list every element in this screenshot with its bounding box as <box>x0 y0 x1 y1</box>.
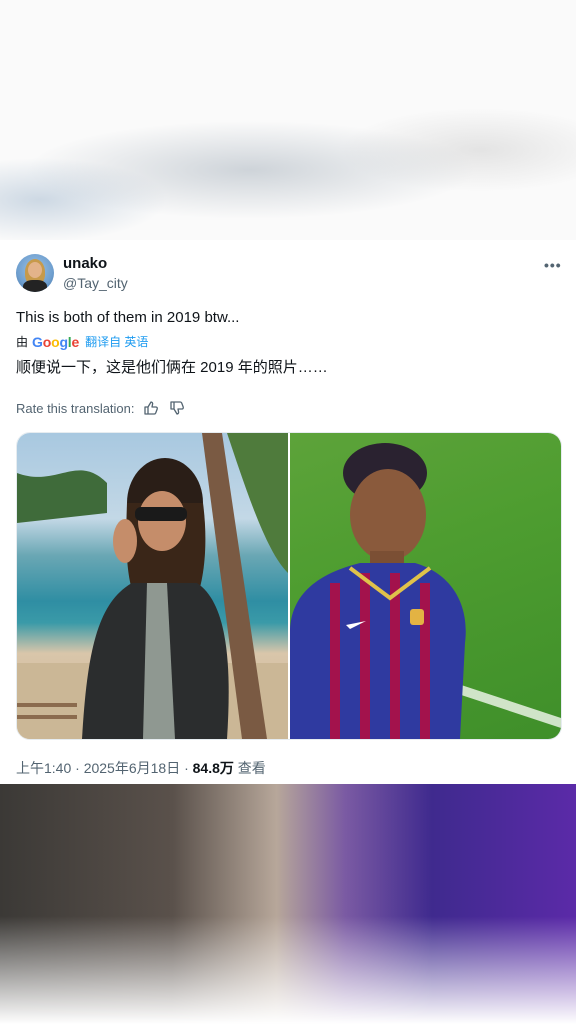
blurred-background-top <box>0 0 576 240</box>
avatar[interactable] <box>16 254 54 292</box>
photo-woman-illustration <box>17 433 288 739</box>
photo-woman-beach[interactable] <box>17 433 288 739</box>
tweet-meta: 上午1:40 · 2025年6月18日 · 84.8万 查看 <box>16 758 266 778</box>
photo-boy-football[interactable] <box>290 433 561 739</box>
tweet-text: This is both of them in 2019 btw... <box>16 309 240 326</box>
translated-from-link[interactable]: 翻译自 英语 <box>85 333 148 350</box>
rate-translation-label: Rate this translation: <box>16 400 135 416</box>
author-handle[interactable]: @Tay_city <box>63 275 128 291</box>
photo-boy-illustration <box>290 443 561 739</box>
avatar-face <box>28 262 42 278</box>
more-icon[interactable]: ••• <box>544 257 562 273</box>
translation-attribution: 由 Google 翻译自 英语 <box>16 333 148 350</box>
google-logo: Google <box>32 333 80 350</box>
blurred-background-bottom <box>0 784 576 1024</box>
thumbs-up-icon[interactable] <box>143 400 159 416</box>
views-label: 查看 <box>233 760 266 776</box>
author-name[interactable]: unako <box>63 255 107 272</box>
translated-text: 顺便说一下，这是他们俩在 2019 年的照片…… <box>16 359 328 376</box>
tweet-timestamp[interactable]: 上午1:40 · 2025年6月18日 · <box>16 760 193 776</box>
rate-translation-row: Rate this translation: <box>16 400 185 416</box>
translated-by-label: 由 <box>16 335 29 349</box>
media-grid[interactable] <box>16 432 562 740</box>
view-count: 84.8万 <box>192 760 234 776</box>
thumbs-down-icon[interactable] <box>169 400 185 416</box>
avatar-body <box>23 280 47 292</box>
